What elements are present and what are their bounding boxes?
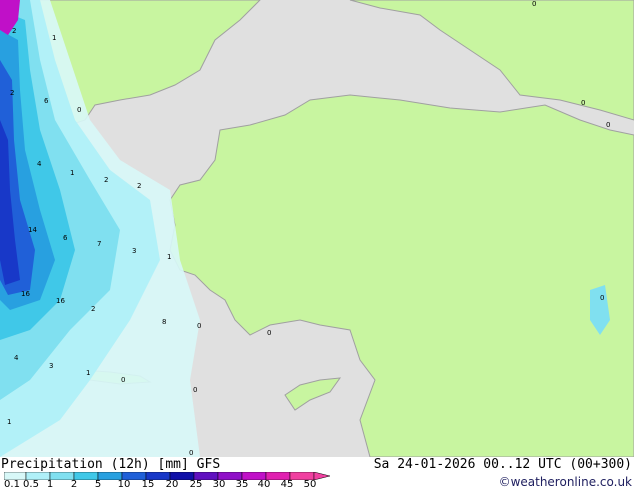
value-label: 1: [86, 369, 90, 377]
value-label: 6: [44, 97, 49, 105]
value-label: 6: [63, 234, 68, 242]
value-label: 3: [132, 247, 136, 255]
value-label: 0: [197, 322, 201, 330]
value-label: 7: [97, 240, 101, 248]
value-label: 0: [189, 449, 193, 457]
scale-tick: 15: [141, 479, 155, 490]
scale-tick: 50: [303, 479, 317, 490]
value-label: 1: [52, 34, 56, 42]
value-label: 2: [91, 305, 95, 313]
scale-tick: 35: [235, 479, 249, 490]
scale-labels: 0.1 0.5 1 2 5 10 15 20 25 30 35 40 45 50: [0, 479, 340, 491]
value-label: 0: [77, 106, 81, 114]
scale-tick: 2: [70, 479, 78, 490]
value-label: 0: [193, 386, 197, 394]
value-label: 1: [7, 418, 11, 426]
value-label: 0: [121, 376, 125, 384]
value-label: 1: [167, 253, 171, 261]
value-label: 0: [581, 99, 585, 107]
scale-tick: 20: [165, 479, 179, 490]
value-label: 2: [12, 27, 16, 35]
value-label: 0: [606, 121, 610, 129]
value-label: 4: [37, 160, 42, 168]
value-label: 16: [56, 297, 65, 305]
scale-tick: 10: [117, 479, 131, 490]
scale-tick: 25: [189, 479, 203, 490]
footer: Precipitation (12h) [mm] GFS Sa 24-01-20…: [0, 457, 634, 490]
value-label: 4: [14, 354, 19, 362]
value-label: 1: [70, 169, 74, 177]
valid-time: Sa 24-01-2026 00..12 UTC (00+300): [373, 457, 632, 472]
value-label: 2: [104, 176, 108, 184]
credit-link[interactable]: ©weatheronline.co.uk: [499, 475, 632, 489]
value-label: 16: [21, 290, 30, 298]
value-label: 14: [28, 226, 37, 234]
scale-tick: 45: [280, 479, 294, 490]
value-label: 2: [10, 89, 14, 97]
value-label: 8: [162, 318, 166, 326]
value-label: 3: [49, 362, 53, 370]
scale-tick: 40: [257, 479, 271, 490]
value-label: 0: [267, 329, 271, 337]
scale-tick: 1: [46, 479, 54, 490]
map-title: Precipitation (12h) [mm] GFS: [1, 457, 221, 472]
scale-tick: 5: [94, 479, 102, 490]
scale-tick: 0.1: [4, 479, 20, 490]
precipitation-map: 2 1 6 2 4 1 2 2 14 6 7 3 1 16 16 2 8 0 4…: [0, 0, 634, 457]
scale-tick: 30: [212, 479, 226, 490]
scale-tick: 0.5: [23, 479, 39, 490]
value-label: 2: [137, 182, 141, 190]
value-label: 0: [532, 0, 536, 8]
value-label: 0: [600, 294, 604, 302]
